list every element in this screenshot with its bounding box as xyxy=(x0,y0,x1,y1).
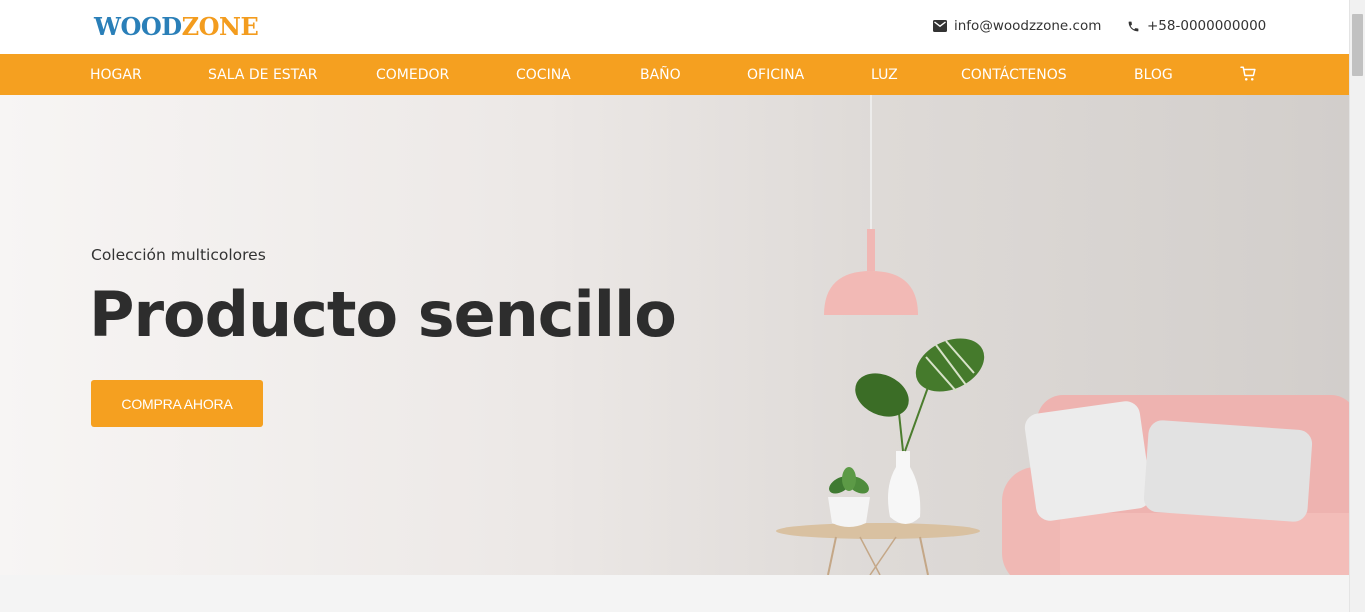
logo-part-wood: WOOD xyxy=(94,12,182,41)
nav-item-luz[interactable]: LUZ xyxy=(871,67,898,83)
nav-item-oficina[interactable]: OFICINA xyxy=(747,67,804,83)
main-navigation: HOGAR SALA DE ESTAR COMEDOR COCINA BAÑO … xyxy=(0,54,1349,95)
hero-subtitle: Colección multicolores xyxy=(91,246,266,264)
page-scrollbar[interactable] xyxy=(1349,0,1365,612)
next-section xyxy=(0,575,1349,612)
cart-icon[interactable] xyxy=(1239,65,1258,87)
contact-phone[interactable]: +58-0000000000 xyxy=(1127,18,1266,34)
contact-email[interactable]: info@woodzzone.com xyxy=(933,18,1101,34)
hero-image xyxy=(776,95,1349,575)
phone-icon xyxy=(1128,21,1139,31)
nav-item-comedor[interactable]: COMEDOR xyxy=(376,67,449,83)
envelope-icon xyxy=(933,20,947,32)
hero-banner: Colección multicolores Producto sencillo… xyxy=(0,95,1349,575)
logo-part-zone: ZONE xyxy=(181,12,259,41)
nav-item-sala-de-estar[interactable]: SALA DE ESTAR xyxy=(208,67,317,83)
logo[interactable]: WOODZONE xyxy=(94,12,259,41)
top-header: WOODZONE info@woodzzone.com +58-00000000… xyxy=(0,0,1349,54)
contact-email-text: info@woodzzone.com xyxy=(954,18,1102,34)
shop-now-button[interactable]: COMPRA AHORA xyxy=(91,380,263,427)
nav-item-contactenos[interactable]: CONTÁCTENOS xyxy=(961,67,1067,83)
nav-item-cocina[interactable]: COCINA xyxy=(516,67,571,83)
scrollbar-thumb[interactable] xyxy=(1352,14,1363,76)
nav-item-hogar[interactable]: HOGAR xyxy=(90,67,142,83)
nav-item-bano[interactable]: BAÑO xyxy=(640,67,681,83)
contact-phone-text: +58-0000000000 xyxy=(1147,18,1267,34)
hero-title: Producto sencillo xyxy=(89,278,677,351)
nav-item-blog[interactable]: BLOG xyxy=(1134,67,1173,83)
